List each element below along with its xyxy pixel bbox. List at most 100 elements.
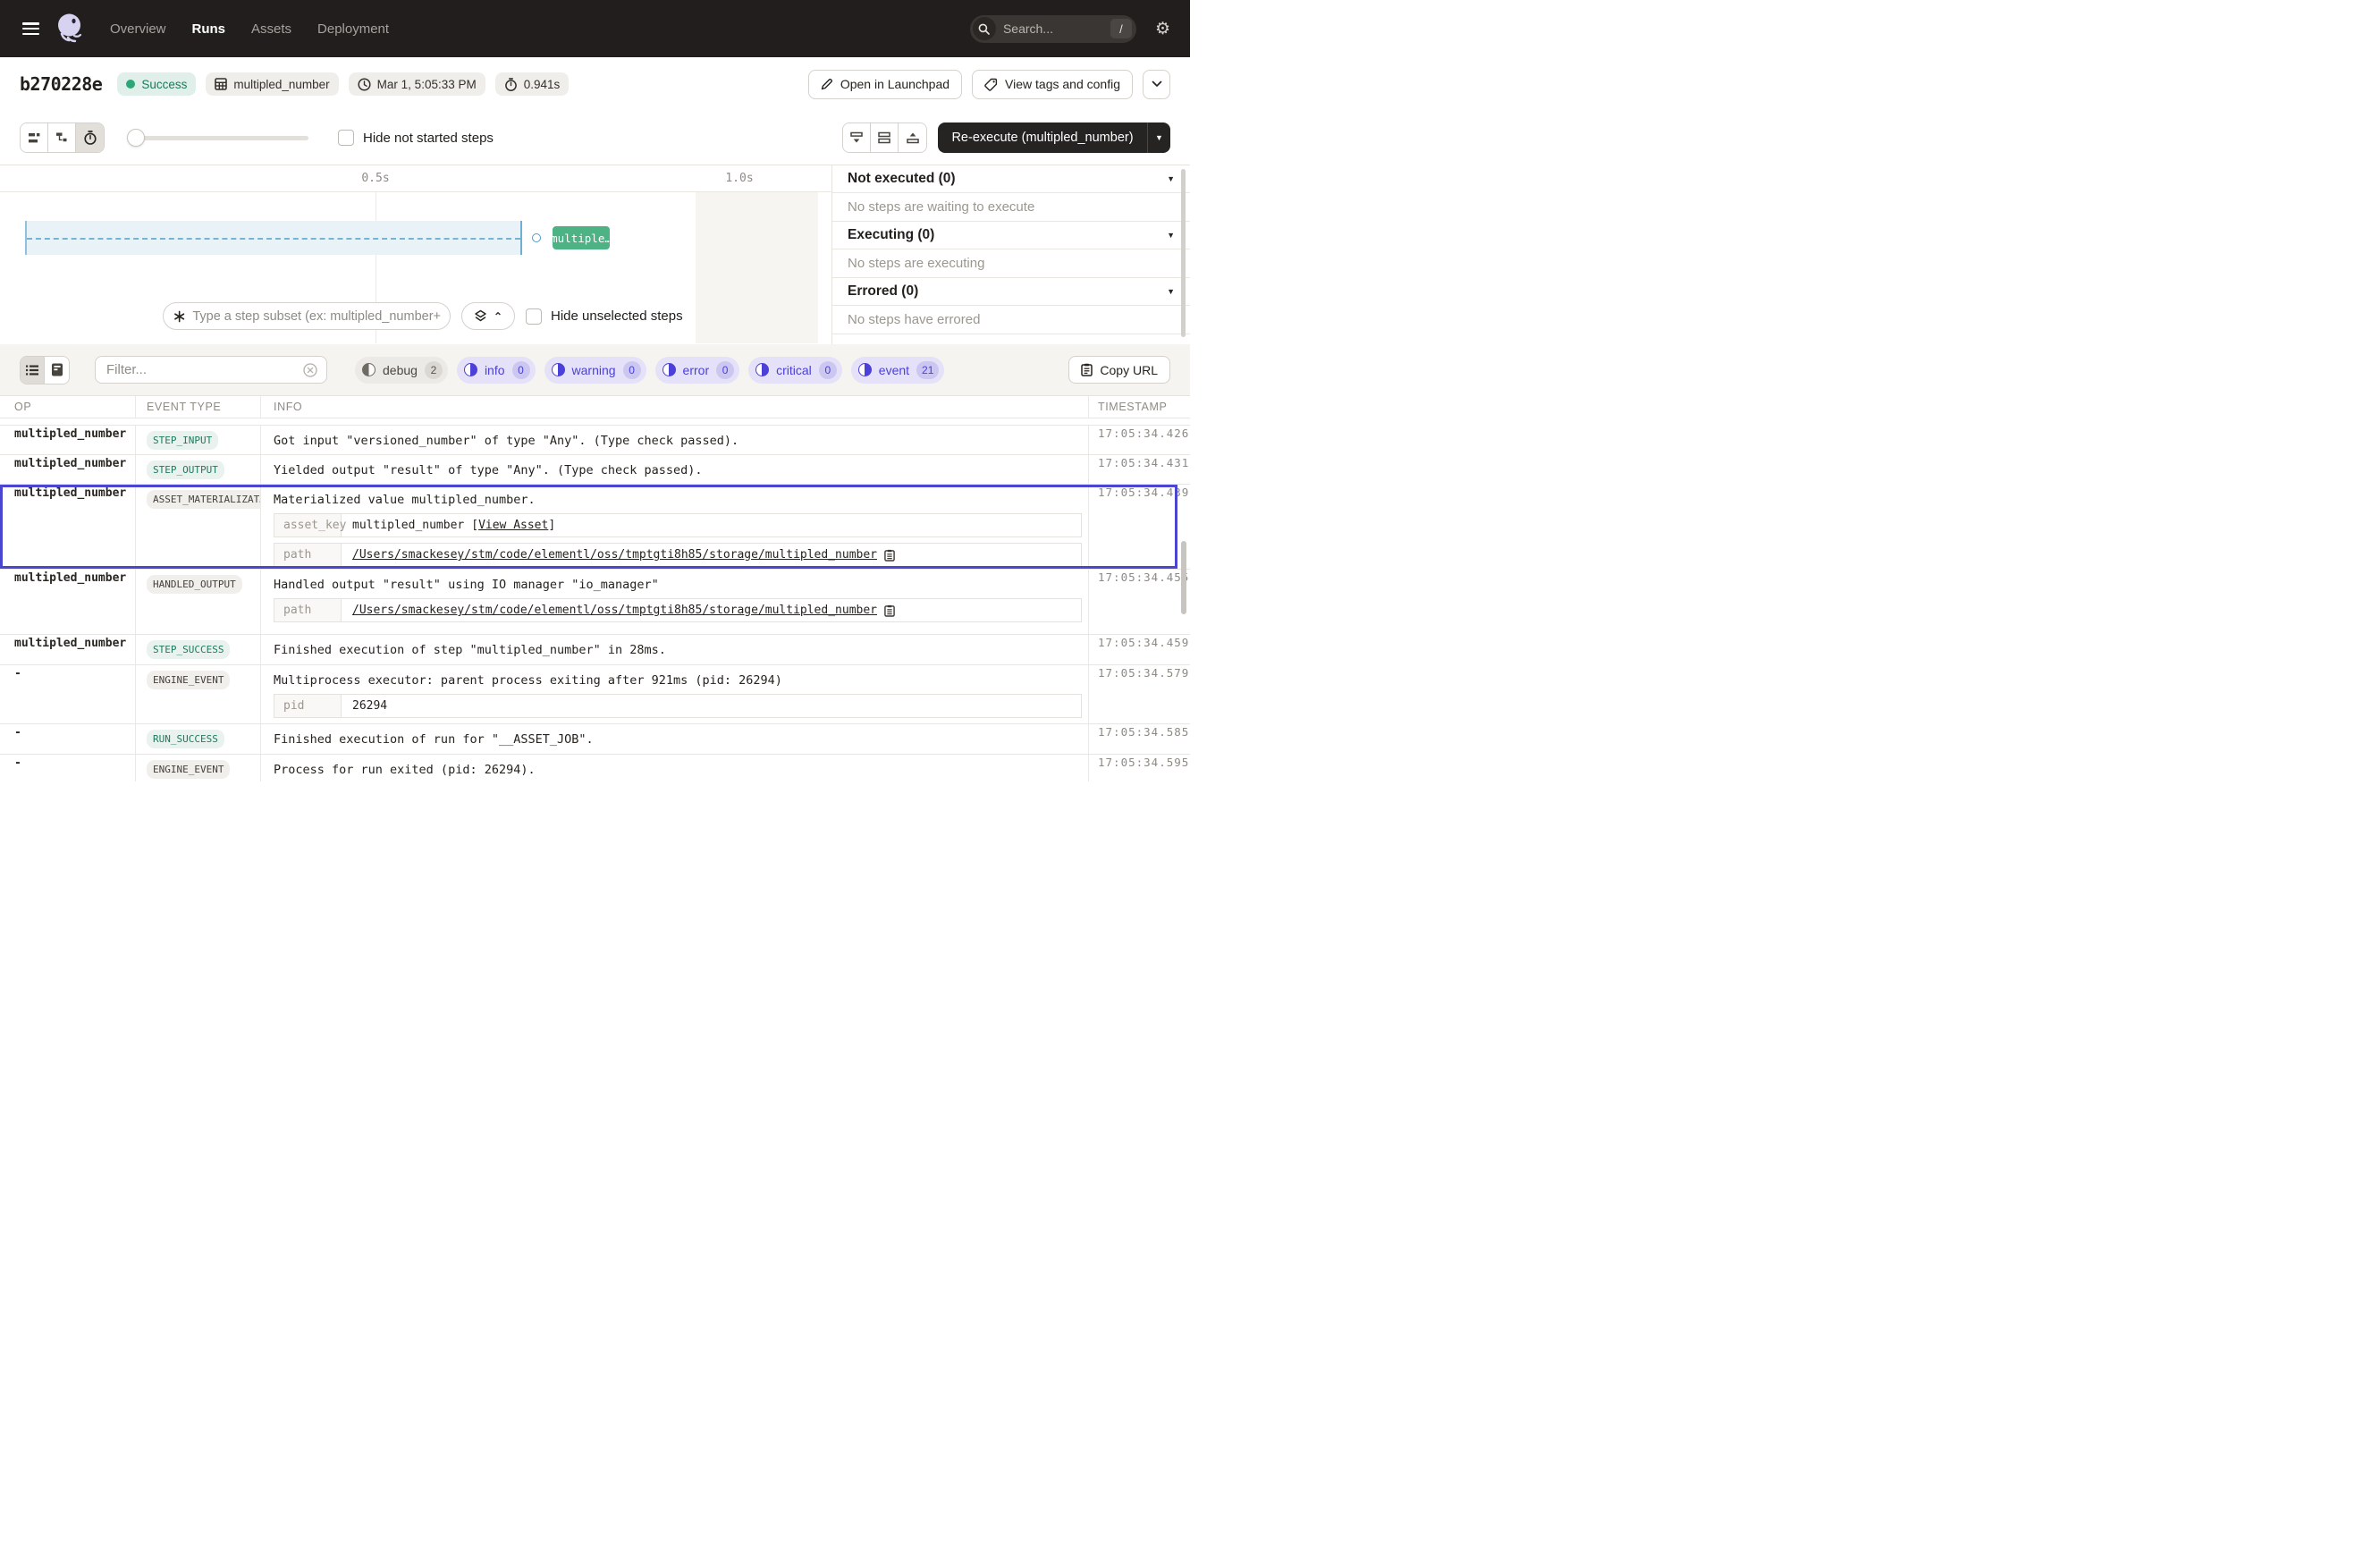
- nav-item-assets[interactable]: Assets: [251, 21, 291, 37]
- timestamp[interactable]: 17:05:34.439: [1098, 477, 1189, 499]
- timestamp[interactable]: 17:05:34.455: [1098, 562, 1189, 584]
- log-level-chip-event[interactable]: event21: [851, 357, 945, 384]
- copy-path-icon[interactable]: [884, 549, 895, 562]
- search-placeholder: Search...: [1003, 21, 1110, 36]
- collapse-caret-icon: ⌃: [494, 310, 502, 323]
- panel-scrollbar[interactable]: [1181, 169, 1186, 337]
- nav-item-deployment[interactable]: Deployment: [317, 21, 389, 37]
- copy-url-button[interactable]: Copy URL: [1068, 356, 1170, 384]
- log-view-list-button[interactable]: [21, 357, 45, 384]
- table-row: -ENGINE_EVENTProcess for run exited (pid…: [0, 755, 1190, 782]
- reexecute-caret-icon[interactable]: ▼: [1148, 133, 1170, 142]
- path-link[interactable]: /Users/smackesey/stm/code/elementl/oss/t…: [352, 548, 877, 562]
- clear-filter-icon[interactable]: [303, 363, 317, 377]
- view-asset-link-wrap: [View Asset]: [471, 519, 555, 532]
- hide-unselected-checkbox[interactable]: [526, 308, 542, 325]
- chip-count-badge: 0: [819, 361, 837, 379]
- log-filter-placeholder: Filter...: [106, 362, 303, 377]
- graph-query-toggle-button[interactable]: ⌃: [461, 302, 515, 330]
- op-name: multipled_number: [14, 629, 126, 650]
- section-title: Not executed (0): [848, 171, 956, 187]
- mid-section: 0.5s 1.0s multiple… Type a step subset (…: [0, 165, 1190, 344]
- dagster-logo-icon[interactable]: [55, 12, 87, 46]
- layout-top-panel-button[interactable]: [843, 123, 871, 152]
- step-start-marker-icon: [532, 233, 541, 242]
- table-row: multipled_numberSTEP_OUTPUTYielded outpu…: [0, 455, 1190, 485]
- op-name: -: [14, 748, 21, 770]
- step-bar[interactable]: multiple…: [553, 226, 610, 249]
- toggle-icon: [362, 363, 376, 376]
- step-status-section-header[interactable]: Not executed (0)▼: [832, 165, 1190, 193]
- view-tags-config-button[interactable]: View tags and config: [972, 70, 1133, 99]
- event-info-text: Finished execution of run for "__ASSET_J…: [274, 724, 1088, 748]
- pencil-icon: [821, 78, 833, 90]
- log-view-structured-button[interactable]: [45, 357, 69, 384]
- timestamp[interactable]: 17:05:34.459: [1098, 628, 1189, 649]
- log-level-chip-info[interactable]: info0: [457, 357, 536, 384]
- step-status-section-header[interactable]: Executing (0)▼: [832, 222, 1190, 249]
- table-row: multipled_numberSTEP_SUCCESSFinished exe…: [0, 635, 1190, 665]
- chip-label: event: [879, 363, 909, 377]
- search-input[interactable]: Search... /: [970, 15, 1136, 43]
- metadata-table: pid26294: [274, 694, 1082, 718]
- layout-bottom-panel-button[interactable]: [899, 123, 926, 152]
- header-timestamp: TIMESTAMP: [1088, 396, 1177, 418]
- hide-unselected-row: Hide unselected steps: [526, 308, 683, 325]
- view-mode-timed-button[interactable]: [76, 123, 104, 152]
- view-mode-waterfall-button[interactable]: [48, 123, 76, 152]
- clipboard-icon: [1081, 363, 1093, 376]
- metadata-value: /Users/smackesey/stm/code/elementl/oss/t…: [342, 599, 1081, 621]
- job-tag[interactable]: multipled_number: [206, 72, 338, 96]
- op-name: multipled_number: [14, 419, 126, 441]
- timestamp[interactable]: 17:05:34.579: [1098, 658, 1189, 680]
- log-level-chip-error[interactable]: error0: [655, 357, 740, 384]
- status-dot-icon: [126, 80, 135, 89]
- hide-not-started-checkbox[interactable]: [338, 130, 354, 146]
- caret-down-icon: ▼: [1167, 231, 1175, 240]
- slider-knob[interactable]: [127, 129, 145, 147]
- gantt-toolbar: Hide not started steps Re-execute (multi…: [0, 111, 1190, 165]
- hide-unselected-label: Hide unselected steps: [551, 308, 683, 324]
- header-event-type: EVENT TYPE: [136, 396, 261, 418]
- metadata-value: multipled_number [View Asset]: [342, 514, 1081, 536]
- metadata-label: pid: [274, 695, 342, 717]
- chip-count-badge: 2: [425, 361, 443, 379]
- log-level-chip-critical[interactable]: critical0: [748, 357, 842, 384]
- view-asset-link[interactable]: View Asset: [478, 519, 548, 532]
- timestamp[interactable]: 17:05:34.431: [1098, 448, 1189, 469]
- table-scrollbar[interactable]: [1181, 541, 1186, 614]
- op-name: -: [14, 659, 21, 680]
- gantt-zoom-slider[interactable]: [127, 129, 308, 147]
- gantt-panel: 0.5s 1.0s multiple… Type a step subset (…: [0, 165, 831, 344]
- event-type-badge: ENGINE_EVENT: [147, 671, 230, 689]
- after-run-end-region: [696, 192, 818, 343]
- hamburger-menu-icon[interactable]: [22, 22, 39, 35]
- nav-item-overview[interactable]: Overview: [110, 21, 166, 37]
- step-status-section-header[interactable]: Errored (0)▼: [832, 278, 1190, 306]
- slider-track[interactable]: [127, 136, 308, 140]
- timestamp[interactable]: 17:05:34.595: [1098, 748, 1189, 769]
- run-header-more-button[interactable]: [1143, 70, 1170, 99]
- layout-split-panel-button[interactable]: [871, 123, 899, 152]
- log-level-chip-debug[interactable]: debug2: [355, 357, 448, 384]
- nav-item-runs[interactable]: Runs: [192, 21, 226, 37]
- step-subset-input[interactable]: Type a step subset (ex: multipled_number…: [163, 302, 451, 330]
- start-time-tag: Mar 1, 5:05:33 PM: [349, 72, 485, 96]
- timestamp[interactable]: 17:05:34.426: [1098, 418, 1189, 440]
- view-mode-flat-button[interactable]: [21, 123, 48, 152]
- timestamp[interactable]: 17:05:34.585: [1098, 717, 1189, 739]
- copy-path-icon[interactable]: [884, 604, 895, 617]
- chevron-down-icon: [1152, 80, 1162, 88]
- table-row: multipled_numberASSET_MATERIALIZAT…Mater…: [0, 485, 1190, 570]
- path-link[interactable]: /Users/smackesey/stm/code/elementl/oss/t…: [352, 604, 877, 617]
- log-level-chip-warning[interactable]: warning0: [544, 357, 646, 384]
- metadata-label: path: [274, 599, 342, 621]
- log-filter-input[interactable]: Filter...: [95, 356, 327, 384]
- metadata-value-text: multipled_number: [352, 519, 464, 532]
- reexecute-button[interactable]: Re-execute (multipled_number) ▼: [938, 123, 1170, 153]
- caret-down-icon: ▼: [1167, 287, 1175, 296]
- toolbar-right: Re-execute (multipled_number) ▼: [842, 123, 1170, 153]
- open-in-launchpad-button[interactable]: Open in Launchpad: [808, 70, 962, 99]
- gear-icon[interactable]: ⚙: [1155, 21, 1170, 38]
- nav-links: Overview Runs Assets Deployment: [110, 21, 389, 37]
